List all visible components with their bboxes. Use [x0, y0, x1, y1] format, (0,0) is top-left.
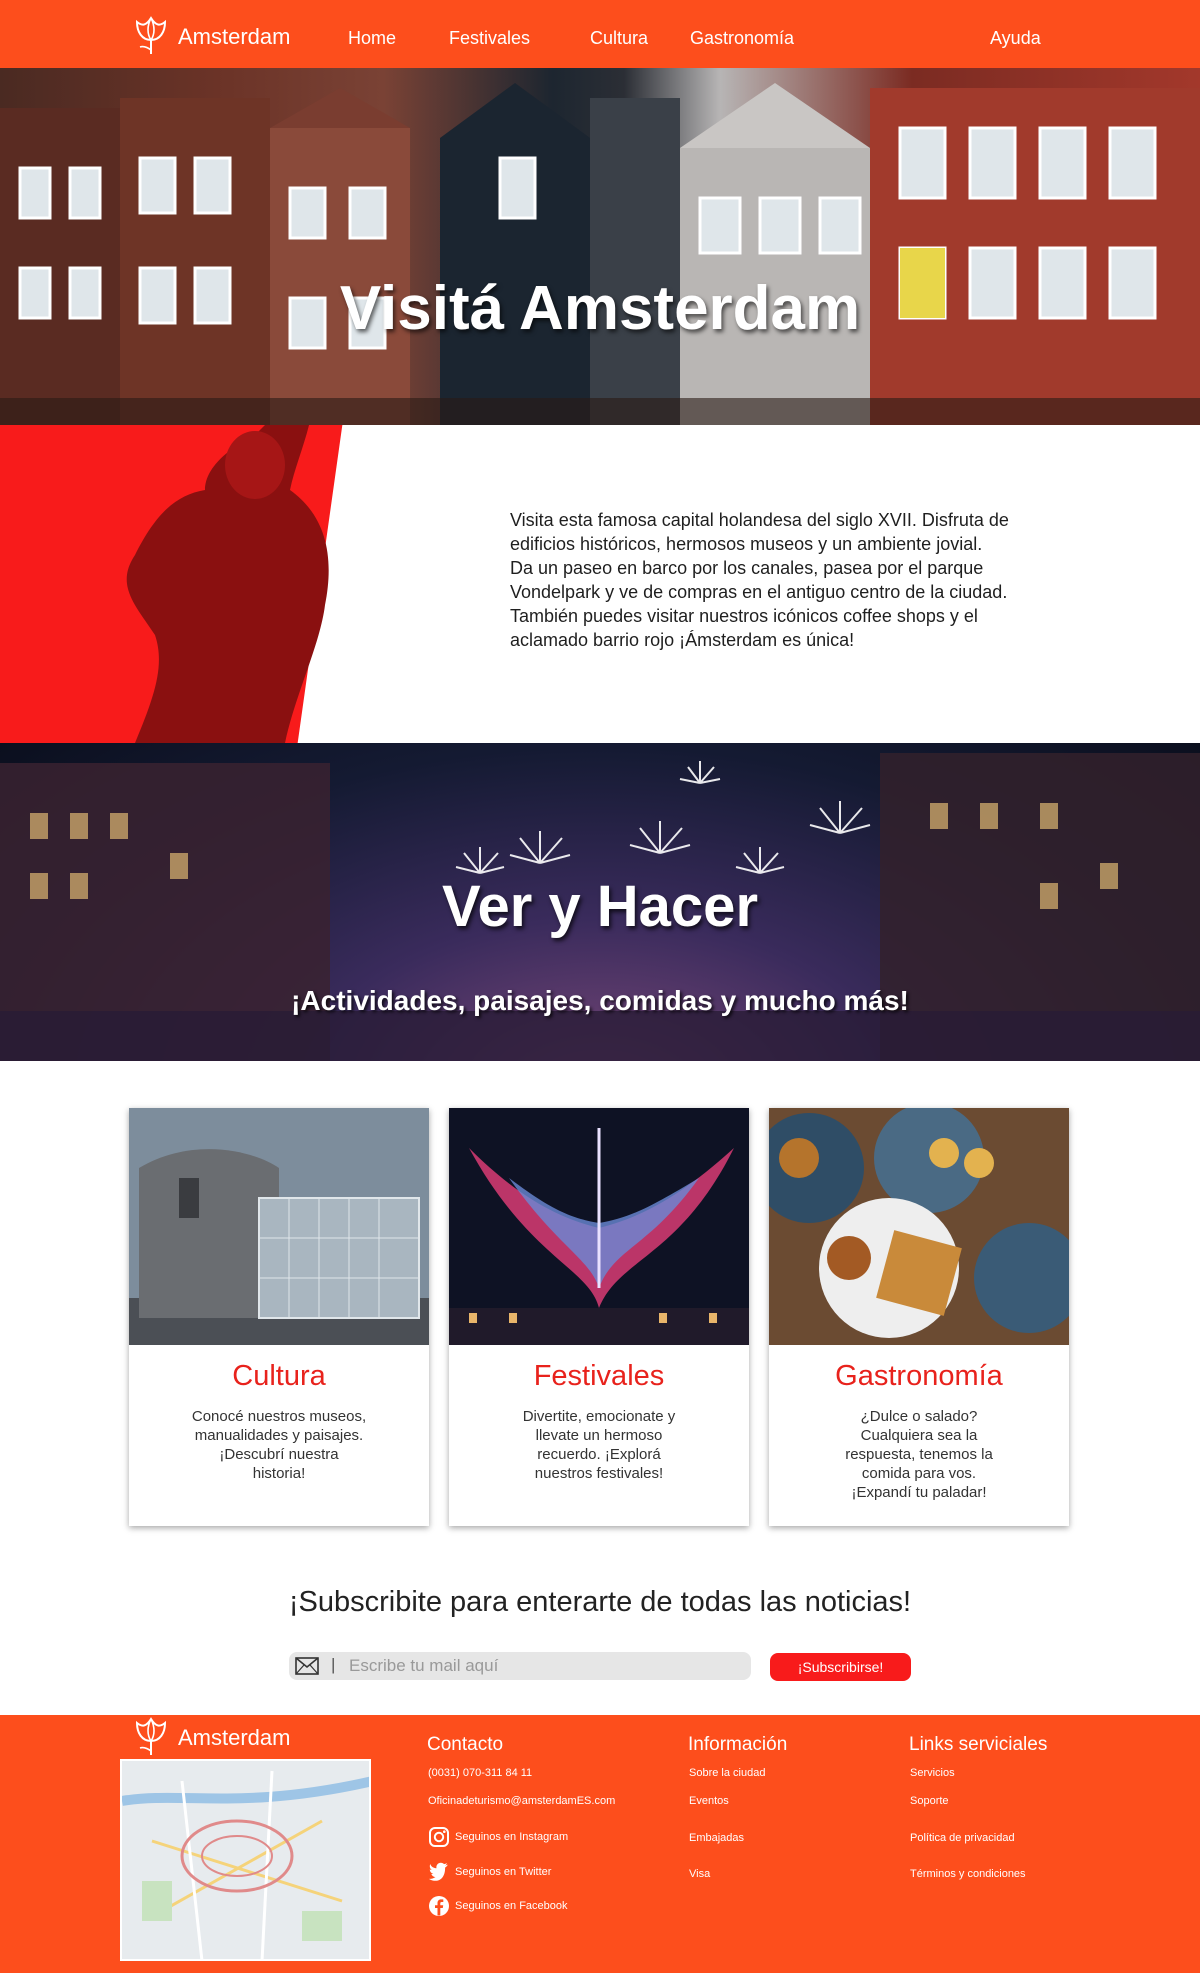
- nav-link-home[interactable]: Home: [348, 28, 396, 49]
- footer-brand-name: Amsterdam: [178, 1725, 291, 1750]
- intro-paragraph: Visita esta famosa capital holandesa del…: [510, 510, 1009, 650]
- canal-houses-image: [0, 83, 1200, 425]
- facebook-icon: [429, 1896, 449, 1916]
- nav-link-cultura[interactable]: Cultura: [590, 28, 648, 49]
- subscribe-title: ¡Subscribite para enterarte de todas las…: [288, 1586, 912, 1618]
- subscribe-button[interactable]: ¡Subscribirse!: [770, 1653, 911, 1681]
- nav-link-ayuda[interactable]: Ayuda: [990, 28, 1041, 49]
- info-heading: Información: [688, 1734, 788, 1755]
- footer: Amsterdam Contacto (0031) 070-311 84 11 …: [0, 1715, 1200, 1973]
- top-navbar: Amsterdam Home Festivales Cultura Gastro…: [0, 0, 1200, 68]
- food-image: [769, 1108, 1069, 1345]
- card-gastronomia[interactable]: Gastronomía ¿Dulce o salado? Cualquiera …: [769, 1108, 1069, 1526]
- nav-link-gastronomia[interactable]: Gastronomía: [690, 28, 794, 49]
- brand-name: Amsterdam: [178, 24, 291, 49]
- intro-section: Visita esta famosa capital holandesa del…: [0, 425, 1200, 743]
- light-festival-image: [449, 1108, 749, 1345]
- info-link-sobre-la-ciudad[interactable]: Sobre la ciudad: [689, 1767, 765, 1779]
- instagram-icon: [429, 1827, 449, 1847]
- services-link-privacidad[interactable]: Política de privacidad: [910, 1832, 1015, 1844]
- twitter-label: Seguinos en Twitter: [455, 1866, 552, 1878]
- email-input[interactable]: [349, 1654, 739, 1678]
- ver-y-hacer-subtitle: ¡Actividades, paisajes, comidas y mucho …: [291, 985, 909, 1016]
- contact-heading: Contacto: [427, 1734, 504, 1755]
- card-title: Festivales: [533, 1360, 665, 1392]
- dancer-silhouette-image: [126, 425, 329, 743]
- card-festivales[interactable]: Festivales Divertite, emocionate y lleva…: [449, 1108, 749, 1526]
- tulip-icon: [135, 16, 167, 54]
- contact-email-link[interactable]: Oficinadeturismo@amsterdamES.com: [428, 1795, 615, 1807]
- instagram-label: Seguinos en Instagram: [455, 1831, 569, 1843]
- email-field-container: |: [289, 1652, 751, 1680]
- nav-link-festivales[interactable]: Festivales: [449, 28, 530, 49]
- twitter-link[interactable]: Seguinos en Twitter: [428, 1861, 551, 1883]
- info-link-embajadas[interactable]: Embajadas: [689, 1832, 744, 1844]
- footer-brand-logo[interactable]: Amsterdam: [128, 1715, 290, 1761]
- facebook-label: Seguinos en Facebook: [455, 1900, 568, 1912]
- facebook-link[interactable]: Seguinos en Facebook: [428, 1895, 568, 1917]
- card-title: Cultura: [232, 1360, 326, 1392]
- contact-phone-link[interactable]: (0031) 070-311 84 11: [428, 1767, 532, 1779]
- field-separator: |: [331, 1655, 336, 1674]
- info-link-visa[interactable]: Visa: [689, 1868, 710, 1880]
- twitter-icon: [428, 1862, 448, 1881]
- city-map[interactable]: [120, 1759, 371, 1961]
- ver-y-hacer-title: Ver y Hacer: [441, 874, 759, 939]
- tulip-icon: [135, 1717, 167, 1755]
- envelope-icon: [295, 1657, 319, 1675]
- services-heading: Links serviciales: [909, 1734, 1048, 1755]
- card-text: Divertite, emocionate y llevate un hermo…: [522, 1408, 676, 1482]
- card-text: Conocé nuestros museos, manualidades y p…: [191, 1408, 367, 1482]
- museum-image: [129, 1108, 429, 1345]
- hero-banner: Visitá Amsterdam: [0, 68, 1200, 425]
- services-link-servicios[interactable]: Servicios: [910, 1767, 955, 1779]
- services-link-terminos[interactable]: Términos y condiciones: [910, 1868, 1026, 1880]
- instagram-link[interactable]: Seguinos en Instagram: [428, 1826, 568, 1848]
- info-link-eventos[interactable]: Eventos: [689, 1795, 729, 1807]
- card-cultura[interactable]: Cultura Conocé nuestros museos, manualid…: [129, 1108, 429, 1526]
- ver-y-hacer-banner: Ver y Hacer ¡Actividades, paisajes, comi…: [0, 743, 1200, 1061]
- brand-logo[interactable]: Amsterdam: [128, 14, 290, 60]
- card-title: Gastronomía: [835, 1360, 1003, 1392]
- card-text: ¿Dulce o salado? Cualquiera sea la respu…: [845, 1408, 993, 1501]
- services-link-soporte[interactable]: Soporte: [910, 1795, 949, 1807]
- hero-title: Visitá Amsterdam: [339, 274, 861, 343]
